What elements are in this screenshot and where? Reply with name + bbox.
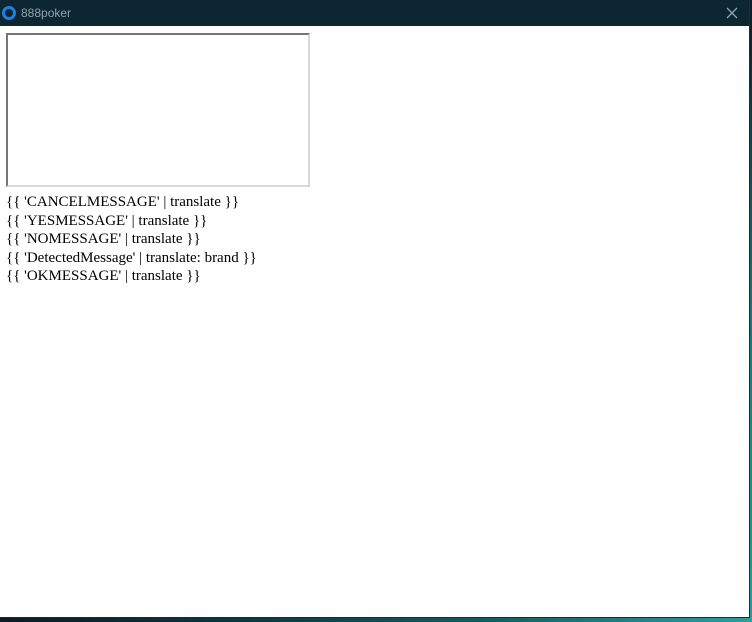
circle-logo-icon [2,6,16,20]
close-icon [726,7,738,19]
ok-message-text: {{ 'OKMESSAGE' | translate }} [6,268,201,284]
app-window: 888poker {{ 'CANCELMESSAGE' | translate … [0,0,749,617]
no-message-text: {{ 'NOMESSAGE' | translate }} [6,231,201,247]
window-title: 888poker [21,6,72,20]
embedded-frame [6,33,310,187]
close-button[interactable] [723,4,741,22]
yes-message-text: {{ 'YESMESSAGE' | translate }} [6,212,208,229]
content-area: {{ 'CANCELMESSAGE' | translate }} {{ 'YE… [6,33,706,286]
desktop-bottom-edge [0,617,752,622]
message-list: {{ 'CANCELMESSAGE' | translate }} {{ 'YE… [6,193,706,286]
title-bar[interactable]: 888poker [0,0,749,26]
detected-message-text: {{ 'DetectedMessage' | translate: brand … [6,249,257,266]
cancel-message-text: {{ 'CANCELMESSAGE' | translate }} [6,194,240,210]
